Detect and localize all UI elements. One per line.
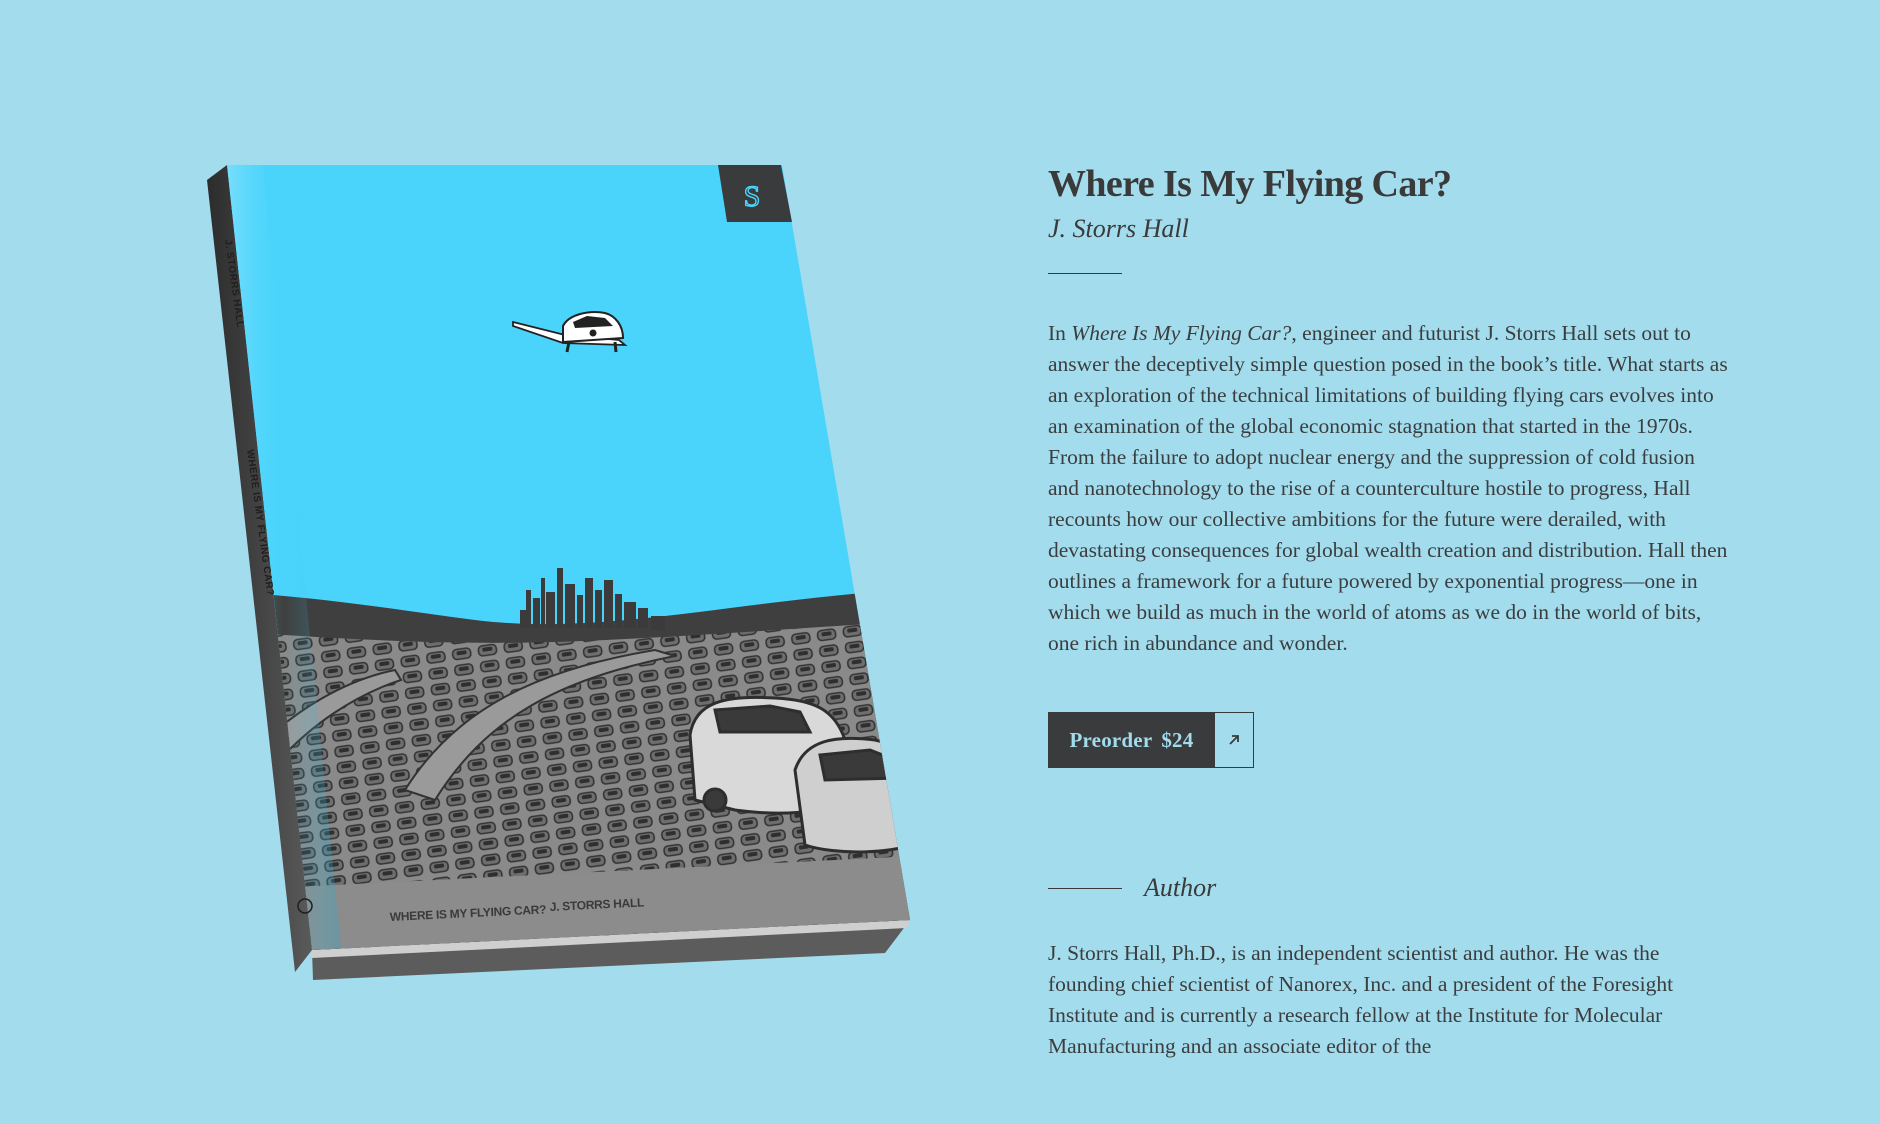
author-heading-label: Author xyxy=(1144,873,1217,902)
author-section-heading: Author xyxy=(1048,873,1728,903)
book-author: J. Storrs Hall xyxy=(1048,214,1189,243)
preorder-price: $24 xyxy=(1161,727,1194,752)
description-intro: In xyxy=(1048,321,1072,345)
description-title-italic: Where Is My Flying Car? xyxy=(1071,321,1292,345)
author-bio: J. Storrs Hall, Ph.D., is an independent… xyxy=(1048,941,1674,1058)
book-description: In Where Is My Flying Car?, engineer and… xyxy=(1048,318,1728,659)
preorder-label: Preorder xyxy=(1069,727,1153,752)
divider xyxy=(1048,273,1122,274)
publisher-logo-icon: S xyxy=(718,165,792,222)
preorder-button-main[interactable]: Preorder $24 xyxy=(1048,712,1215,768)
external-link-arrow-icon[interactable] xyxy=(1215,712,1254,768)
book-cover-image: WHERE IS MY FLYING CAR? J. STORRS HALL S… xyxy=(195,150,935,1000)
preorder-button[interactable]: Preorder $24 xyxy=(1048,712,1254,768)
book-info: Where Is My Flying Car? J. Storrs Hall I… xyxy=(1048,160,1728,1062)
description-body: , engineer and futurist J. Storrs Hall s… xyxy=(1048,321,1728,655)
book-title: Where Is My Flying Car? xyxy=(1048,163,1452,205)
divider xyxy=(1048,887,1122,889)
svg-text:S: S xyxy=(744,180,761,213)
